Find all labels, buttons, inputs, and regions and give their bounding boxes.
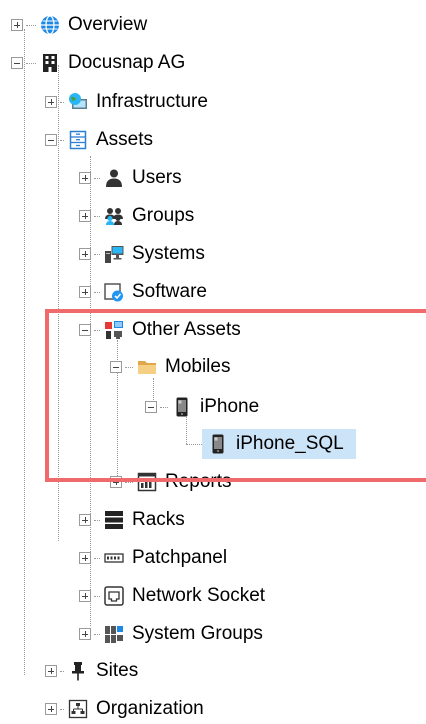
tree-item-label: Systems	[132, 243, 205, 264]
software-icon	[104, 282, 124, 302]
collapse-toggle[interactable]	[45, 134, 57, 146]
navigation-tree: Overview Docusnap AG Infrastructure Asse…	[0, 0, 426, 724]
assets-cabinet-icon	[68, 130, 88, 150]
network-globe-icon	[68, 92, 88, 112]
expand-toggle[interactable]	[79, 210, 91, 222]
tree-item-software[interactable]: Software	[79, 277, 209, 307]
tree-item-label: Infrastructure	[96, 91, 208, 112]
tree-item-label: Software	[132, 281, 207, 302]
network-socket-icon	[104, 586, 124, 606]
user-icon	[104, 168, 124, 188]
expand-toggle[interactable]	[79, 514, 91, 526]
expand-toggle[interactable]	[79, 248, 91, 260]
computer-systems-icon	[104, 244, 124, 264]
tree-item-label: Sites	[96, 660, 139, 681]
tree-item-label: Patchpanel	[132, 547, 228, 568]
patch-panel-icon	[104, 548, 124, 568]
expand-toggle[interactable]	[79, 286, 91, 298]
tree-item-sites[interactable]: Sites	[45, 656, 140, 686]
tree-item-label: Organization	[96, 698, 204, 719]
tree-item-users[interactable]: Users	[79, 163, 184, 193]
expand-toggle[interactable]	[11, 19, 23, 31]
tree-item-patchpanel[interactable]: Patchpanel	[79, 543, 229, 573]
building-icon	[40, 53, 60, 73]
expand-toggle[interactable]	[79, 552, 91, 564]
system-groups-icon	[104, 624, 124, 644]
user-group-icon	[104, 206, 124, 226]
organization-chart-icon	[68, 699, 88, 719]
tree-item-groups[interactable]: Groups	[79, 201, 196, 231]
expand-toggle[interactable]	[45, 703, 57, 715]
tree-item-racks[interactable]: Racks	[79, 505, 187, 535]
expand-toggle[interactable]	[79, 628, 91, 640]
tree-item-label: Users	[132, 167, 182, 188]
server-rack-icon	[104, 510, 124, 530]
tree-item-docusnap[interactable]: Docusnap AG	[11, 48, 187, 78]
tree-item-label: Network Socket	[132, 585, 266, 606]
tree-item-label: Groups	[132, 205, 195, 226]
tree-item-organization[interactable]: Organization	[45, 694, 206, 724]
tree-item-label: System Groups	[132, 623, 263, 644]
highlight-annotation-box	[45, 309, 426, 482]
tree-item-system-groups[interactable]: System Groups	[79, 619, 265, 649]
globe-icon	[40, 15, 60, 35]
tree-item-label: Assets	[96, 129, 154, 150]
tree-item-overview[interactable]: Overview	[11, 10, 149, 40]
expand-toggle[interactable]	[79, 172, 91, 184]
tree-guide-line	[24, 29, 25, 675]
tree-item-network-socket[interactable]: Network Socket	[79, 581, 267, 611]
pushpin-icon	[68, 661, 88, 681]
tree-item-assets[interactable]: Assets	[45, 125, 155, 155]
collapse-toggle[interactable]	[11, 57, 23, 69]
expand-toggle[interactable]	[45, 665, 57, 677]
expand-toggle[interactable]	[45, 96, 57, 108]
tree-item-infrastructure[interactable]: Infrastructure	[45, 87, 210, 117]
tree-item-systems[interactable]: Systems	[79, 239, 207, 269]
tree-item-label: Overview	[68, 14, 148, 35]
tree-item-label: Racks	[132, 509, 185, 530]
expand-toggle[interactable]	[79, 590, 91, 602]
tree-item-label: Docusnap AG	[68, 52, 186, 73]
